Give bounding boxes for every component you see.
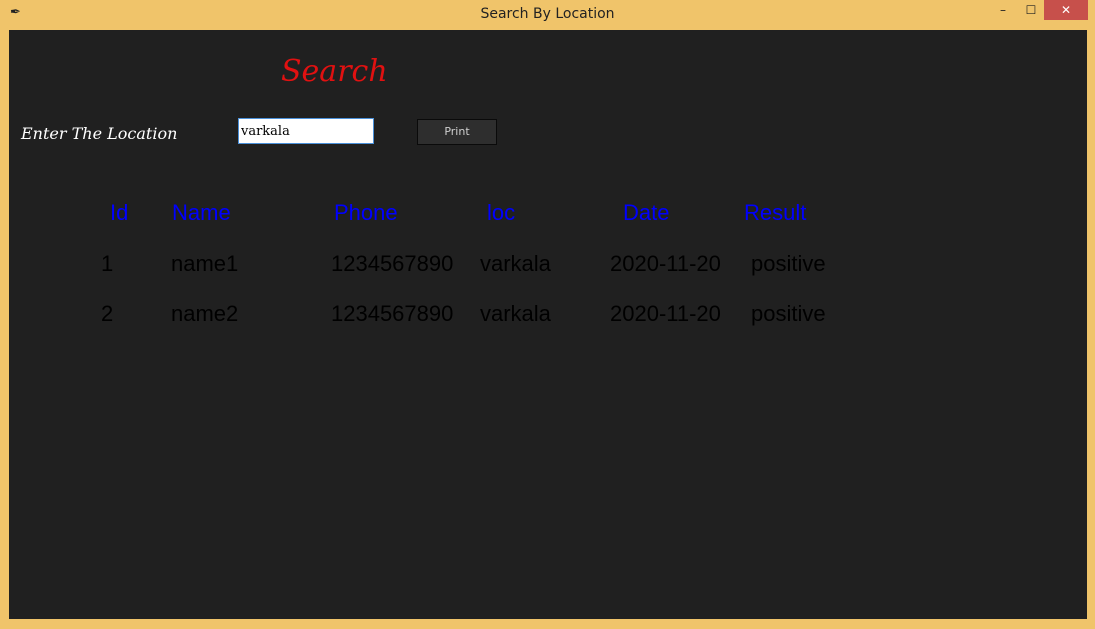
location-input[interactable] (238, 118, 374, 144)
window-title: Search By Location (480, 6, 615, 22)
column-header-loc: loc (487, 200, 516, 225)
cell-loc: varkala (480, 251, 551, 276)
cell-phone: 1234567890 (331, 301, 454, 326)
app-window: ✒ Search By Location – ☐ ✕ Search Enter … (0, 0, 1095, 629)
cell-result: positive (751, 301, 826, 326)
column-header-result: Result (744, 200, 807, 225)
maximize-button[interactable]: ☐ (1018, 0, 1044, 20)
cell-id: 2 (101, 301, 114, 326)
cell-name: name1 (171, 251, 239, 276)
cell-result: positive (751, 251, 826, 276)
column-header-date: Date (623, 200, 670, 225)
print-button[interactable]: Print (417, 119, 497, 145)
cell-id: 1 (101, 251, 114, 276)
close-button[interactable]: ✕ (1044, 0, 1088, 20)
location-label: Enter The Location (21, 124, 178, 143)
column-header-phone: Phone (334, 200, 398, 225)
main-panel: Search Enter The Location Print Id Name … (9, 30, 1087, 619)
cell-date: 2020-11-20 (610, 301, 721, 326)
title-bar[interactable]: ✒ Search By Location – ☐ ✕ (0, 0, 1095, 28)
page-title: Search (281, 54, 388, 89)
minimize-button[interactable]: – (990, 0, 1016, 20)
cell-name: name2 (171, 301, 239, 326)
cell-phone: 1234567890 (331, 251, 454, 276)
column-header-name: Name (172, 200, 231, 225)
column-header-id: Id (110, 200, 129, 225)
cell-loc: varkala (480, 301, 551, 326)
cell-date: 2020-11-20 (610, 251, 721, 276)
